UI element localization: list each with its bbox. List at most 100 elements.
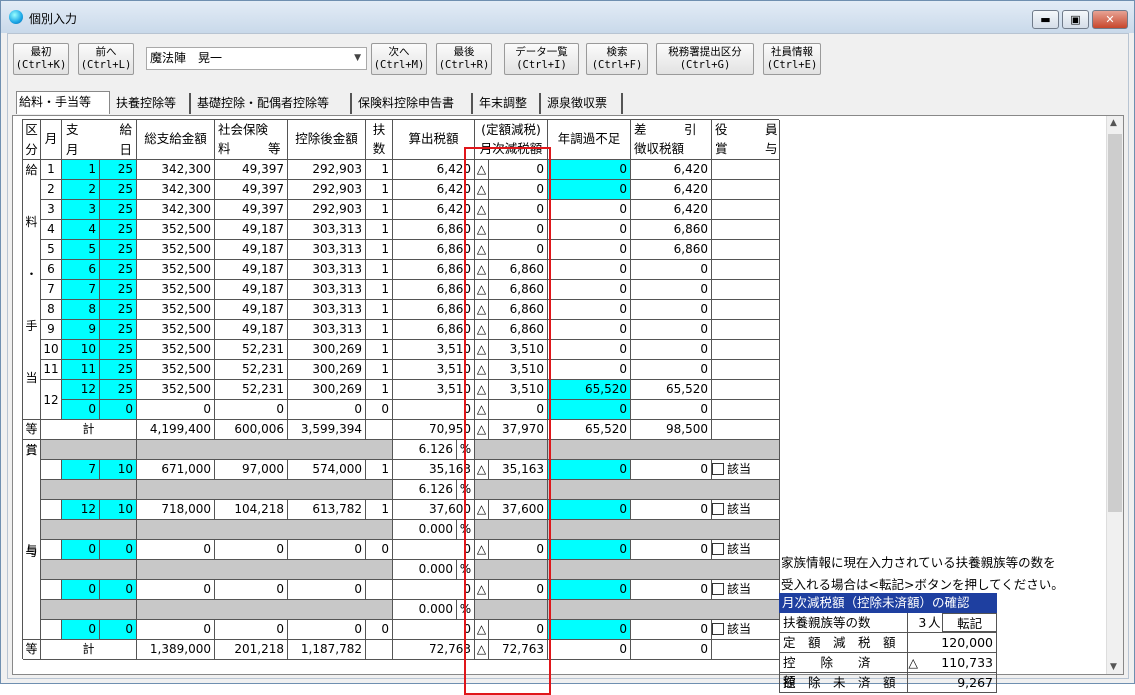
- insurance-input[interactable]: 49,397: [215, 180, 288, 200]
- dependents-input[interactable]: 1: [366, 240, 393, 260]
- checkbox-icon[interactable]: [712, 623, 724, 635]
- dependents-input[interactable]: 1: [366, 180, 393, 200]
- pay-day-input[interactable]: 25: [100, 280, 137, 300]
- gross-input[interactable]: 352,500: [137, 240, 215, 260]
- bonus-rate-input[interactable]: 0.000: [393, 520, 457, 540]
- dependents-input[interactable]: 0: [366, 400, 393, 420]
- gross-input[interactable]: 352,500: [137, 220, 215, 240]
- officer-bonus-checkbox[interactable]: 該当: [712, 580, 780, 600]
- tab-basic-deduction[interactable]: 基礎控除・配偶者控除等: [195, 93, 352, 114]
- next-button[interactable]: 次へ (Ctrl+M): [371, 43, 427, 75]
- reduction-input[interactable]: 0: [489, 200, 548, 220]
- bonus-pay-month-input[interactable]: 12/: [62, 500, 100, 520]
- reduction-input[interactable]: 0: [489, 240, 548, 260]
- officer-bonus-checkbox[interactable]: 該当: [712, 620, 780, 640]
- bonus-insurance-input[interactable]: 0: [215, 580, 288, 600]
- checkbox-icon[interactable]: [712, 543, 724, 555]
- pay-month-input[interactable]: 0/: [62, 400, 100, 420]
- bonus-rate-input[interactable]: 6.126: [393, 440, 457, 460]
- first-button[interactable]: 最初 (Ctrl+K): [13, 43, 69, 75]
- officer-bonus-checkbox[interactable]: 該当: [712, 460, 780, 480]
- reduction-input[interactable]: 0: [489, 220, 548, 240]
- bonus-rate-input[interactable]: 0.000: [393, 600, 457, 620]
- pay-day-input[interactable]: 25: [100, 200, 137, 220]
- pay-month-input[interactable]: 4/: [62, 220, 100, 240]
- dependents-input[interactable]: 1: [366, 260, 393, 280]
- bonus-gross-input[interactable]: 0: [137, 620, 215, 640]
- dependents-input[interactable]: 1: [366, 160, 393, 180]
- transfer-button[interactable]: 転記: [942, 613, 997, 632]
- search-button[interactable]: 検索 (Ctrl+F): [586, 43, 648, 75]
- bonus-gross-input[interactable]: 718,000: [137, 500, 215, 520]
- bonus-rate-input[interactable]: 0.000: [393, 560, 457, 580]
- bonus-gross-input[interactable]: 671,000: [137, 460, 215, 480]
- bonus-reduction-input[interactable]: 37,600: [489, 500, 548, 520]
- officer-bonus-checkbox[interactable]: 該当: [712, 500, 780, 520]
- reduction-input[interactable]: 6,860: [489, 320, 548, 340]
- pay-month-input[interactable]: 5/: [62, 240, 100, 260]
- insurance-input[interactable]: 49,397: [215, 160, 288, 180]
- vertical-scrollbar[interactable]: ▲ ▼: [1106, 116, 1123, 674]
- bonus-pay-month-input[interactable]: 0/: [62, 580, 100, 600]
- insurance-input[interactable]: 49,187: [215, 260, 288, 280]
- scroll-thumb[interactable]: [1108, 134, 1122, 512]
- insurance-input[interactable]: 52,231: [215, 380, 288, 400]
- bonus-pay-day-input[interactable]: 0: [100, 620, 137, 640]
- tab-year-end[interactable]: 年末調整: [477, 93, 541, 114]
- gross-input[interactable]: 352,500: [137, 280, 215, 300]
- dependents-input[interactable]: 1: [366, 220, 393, 240]
- bonus-pay-month-input[interactable]: 0/: [62, 540, 100, 560]
- gross-input[interactable]: 352,500: [137, 340, 215, 360]
- reduction-input[interactable]: 0: [489, 180, 548, 200]
- insurance-input[interactable]: 49,187: [215, 300, 288, 320]
- employee-select[interactable]: 魔法陣 晃一 ▼: [146, 47, 367, 70]
- bonus-pay-day-input[interactable]: 0: [100, 540, 137, 560]
- maximize-button[interactable]: ▣: [1062, 10, 1089, 29]
- bonus-insurance-input[interactable]: 0: [215, 540, 288, 560]
- bonus-rate-input[interactable]: 6.126: [393, 480, 457, 500]
- pay-month-input[interactable]: 7/: [62, 280, 100, 300]
- pay-day-input[interactable]: 25: [100, 340, 137, 360]
- pay-month-input[interactable]: 1/: [62, 160, 100, 180]
- insurance-input[interactable]: 52,231: [215, 340, 288, 360]
- dependents-input[interactable]: 1: [366, 340, 393, 360]
- gross-input[interactable]: 342,300: [137, 160, 215, 180]
- last-button[interactable]: 最後 (Ctrl+R): [436, 43, 492, 75]
- reduction-input[interactable]: 6,860: [489, 260, 548, 280]
- pay-day-input[interactable]: 25: [100, 220, 137, 240]
- insurance-input[interactable]: 0: [215, 400, 288, 420]
- prev-button[interactable]: 前へ (Ctrl+L): [78, 43, 134, 75]
- bonus-reduction-input[interactable]: 0: [489, 540, 548, 560]
- pay-month-input[interactable]: 3/: [62, 200, 100, 220]
- pay-month-input[interactable]: 10/: [62, 340, 100, 360]
- bonus-insurance-input[interactable]: 0: [215, 620, 288, 640]
- bonus-reduction-input[interactable]: 0: [489, 580, 548, 600]
- pay-month-input[interactable]: 11/: [62, 360, 100, 380]
- employee-info-button[interactable]: 社員情報 (Ctrl+E): [763, 43, 821, 75]
- insurance-input[interactable]: 49,187: [215, 320, 288, 340]
- scroll-down-icon[interactable]: ▼: [1110, 662, 1117, 672]
- pay-day-input[interactable]: 25: [100, 300, 137, 320]
- bonus-pay-month-input[interactable]: 7/: [62, 460, 100, 480]
- pay-month-input[interactable]: 8/: [62, 300, 100, 320]
- reduction-input[interactable]: 3,510: [489, 380, 548, 400]
- gross-input[interactable]: 352,500: [137, 260, 215, 280]
- pay-month-input[interactable]: 9/: [62, 320, 100, 340]
- pay-month-input[interactable]: 6/: [62, 260, 100, 280]
- reduction-input[interactable]: 0: [489, 400, 548, 420]
- checkbox-icon[interactable]: [712, 583, 724, 595]
- pay-day-input[interactable]: 25: [100, 180, 137, 200]
- gross-input[interactable]: 352,500: [137, 320, 215, 340]
- gross-input[interactable]: 352,500: [137, 380, 215, 400]
- bonus-reduction-input[interactable]: 0: [489, 620, 548, 640]
- gross-input[interactable]: 352,500: [137, 300, 215, 320]
- insurance-input[interactable]: 49,187: [215, 240, 288, 260]
- officer-bonus-checkbox[interactable]: 該当: [712, 540, 780, 560]
- pay-day-input[interactable]: 25: [100, 260, 137, 280]
- tab-insurance[interactable]: 保険料控除申告書: [356, 93, 473, 114]
- bonus-pay-month-input[interactable]: 0/: [62, 620, 100, 640]
- tab-withholding-slip[interactable]: 源泉徴収票: [545, 93, 623, 114]
- reduction-input[interactable]: 0: [489, 160, 548, 180]
- tax-office-button[interactable]: 税務署提出区分 (Ctrl+G): [656, 43, 754, 75]
- minimize-button[interactable]: ▬: [1032, 10, 1059, 29]
